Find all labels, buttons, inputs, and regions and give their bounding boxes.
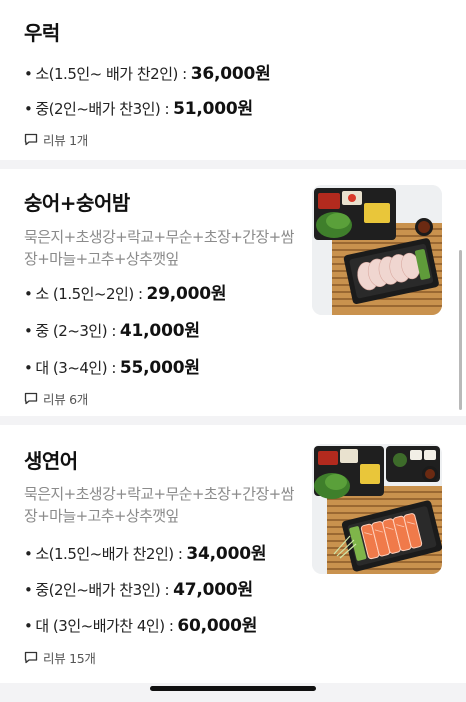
bullet: •: [24, 359, 33, 377]
menu-item-photo[interactable]: [312, 444, 442, 574]
price-amount: 55,000원: [119, 358, 200, 378]
bullet: •: [24, 617, 33, 635]
menu-item-description: 묵은지+초생강+락교+무순+초장+간장+쌈장+마늘+고추+상추깻잎: [24, 228, 294, 268]
sashimi-platter-image: [312, 185, 442, 315]
menu-item-description: 묵은지+초생강+락교+무순+초장+간장+쌈장+마늘+고추+상추깻잎: [24, 485, 294, 525]
price-label: 소 (1.5인~2인) :: [35, 285, 143, 303]
price-amount: 34,000원: [186, 544, 267, 564]
separator: [0, 416, 466, 425]
price-amount: 47,000원: [173, 580, 253, 600]
price-label: 소(1.5인~배가 찬2인) :: [35, 545, 183, 563]
review-link[interactable]: 리뷰 6개: [24, 389, 88, 408]
menu-item-title: 숭어+숭어밤: [24, 191, 130, 215]
bullet: •: [24, 65, 33, 83]
price-label: 소(1.5인~ 배가 찬2인) :: [35, 65, 187, 83]
price-amount: 29,000원: [146, 284, 227, 304]
bullet: •: [24, 100, 33, 118]
price-label: 중 (2~3인) :: [35, 322, 116, 340]
scrollbar[interactable]: [459, 250, 462, 410]
price-option: • 중(2인~배가 찬3인) :47,000원: [24, 575, 253, 600]
price-label: 대 (3인~배가찬 4인) :: [35, 617, 174, 635]
menu-item-photo[interactable]: [312, 185, 442, 315]
bullet: •: [24, 322, 33, 340]
salmon-platter-image: [312, 444, 442, 574]
price-amount: 51,000원: [173, 99, 253, 119]
price-option: • 중 (2~3인) :41,000원: [24, 316, 200, 341]
price-amount: 36,000원: [190, 64, 271, 84]
review-count: 리뷰 6개: [43, 392, 88, 407]
speech-bubble-icon: [24, 392, 38, 405]
review-count: 리뷰 15개: [43, 651, 96, 666]
price-option: • 소 (1.5인~2인) :29,000원: [24, 279, 227, 304]
review-count: 리뷰 1개: [43, 133, 88, 148]
price-option: • 대 (3인~배가찬 4인) :60,000원: [24, 611, 257, 636]
separator: [0, 160, 466, 169]
bullet: •: [24, 581, 33, 599]
bullet: •: [24, 545, 33, 563]
menu-item-salmon[interactable]: 생연어 묵은지+초생강+락교+무순+초장+간장+쌈장+마늘+고추+상추깻잎 • 소…: [0, 425, 466, 683]
bullet: •: [24, 285, 33, 303]
menu-item-title: 생연어: [24, 449, 78, 473]
price-label: 중(2인~배가 찬3인) :: [35, 581, 170, 599]
price-option: • 소(1.5인~배가 찬2인) :34,000원: [24, 539, 266, 564]
menu-item-sungeo[interactable]: 숭어+숭어밤 묵은지+초생강+락교+무순+초장+간장+쌈장+마늘+고추+상추깻잎…: [0, 169, 466, 416]
price-option: • 대 (3~4인) :55,000원: [24, 353, 200, 378]
price-label: 중(2인~배가 찬3인) :: [35, 100, 170, 118]
review-link[interactable]: 리뷰 1개: [24, 130, 88, 149]
menu-item-ureok[interactable]: 우럭 • 소(1.5인~ 배가 찬2인) :36,000원 • 중(2인~배가 찬3…: [0, 0, 466, 158]
review-link[interactable]: 리뷰 15개: [24, 648, 96, 667]
price-amount: 60,000원: [177, 616, 258, 636]
price-amount: 41,000원: [119, 321, 200, 341]
menu-item-title: 우럭: [24, 21, 60, 45]
price-option: • 중(2인~배가 찬3인) :51,000원: [24, 94, 253, 119]
price-option: • 소(1.5인~ 배가 찬2인) :36,000원: [24, 59, 271, 84]
price-label: 대 (3~4인) :: [35, 359, 116, 377]
speech-bubble-icon: [24, 651, 38, 664]
speech-bubble-icon: [24, 133, 38, 146]
home-indicator[interactable]: [150, 686, 316, 691]
